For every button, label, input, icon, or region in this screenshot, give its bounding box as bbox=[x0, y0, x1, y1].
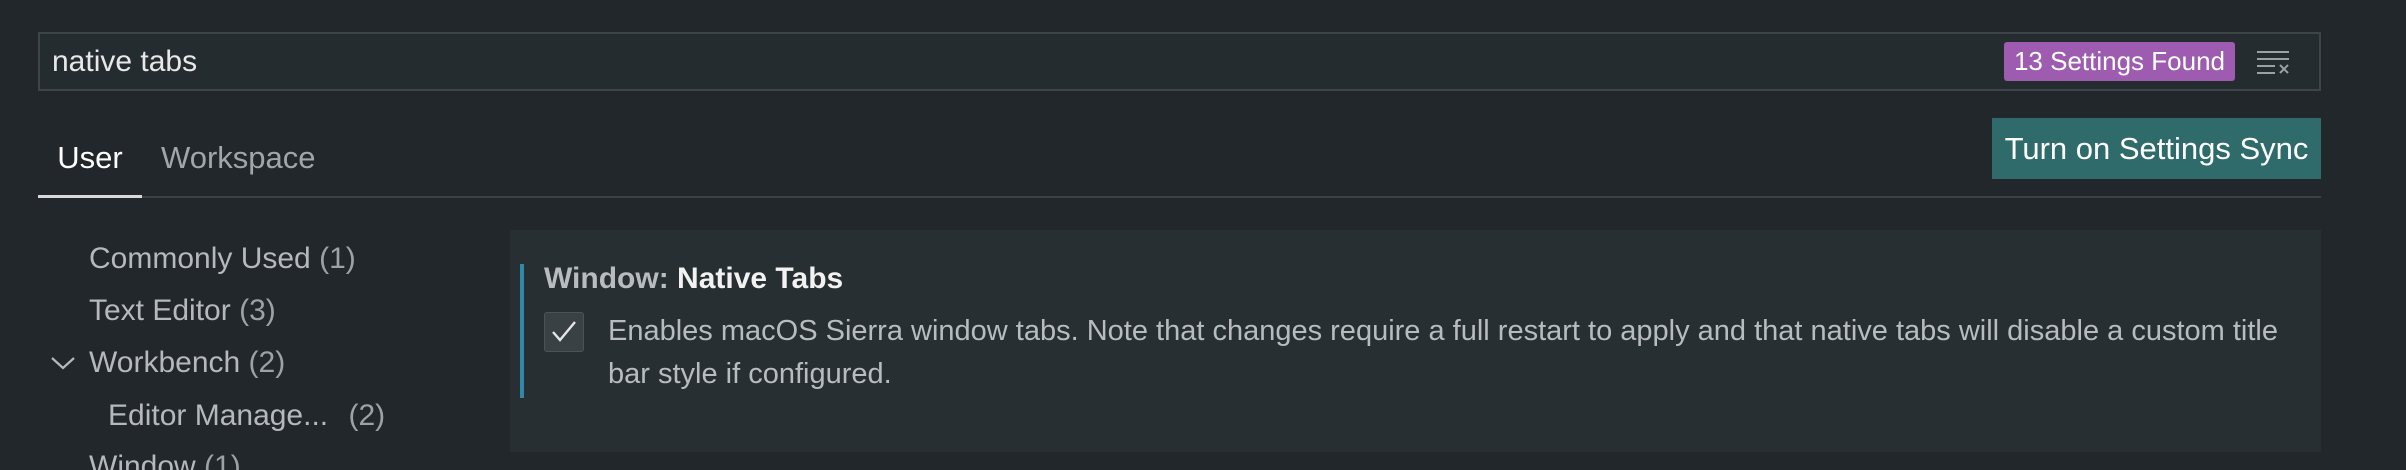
toc-item-commonly-used[interactable]: Commonly Used (1) bbox=[89, 242, 356, 276]
toc-item-label: Text Editor bbox=[89, 294, 231, 327]
toc-item-label: Commonly Used bbox=[89, 242, 311, 275]
setting-title: Window: Native Tabs bbox=[544, 262, 843, 296]
setting-item-native-tabs: Window: Native Tabs Enables macOS Sierra… bbox=[510, 230, 2321, 452]
settings-toc: Commonly Used (1) Text Editor (3) Workbe… bbox=[38, 232, 478, 470]
toc-item-text-editor[interactable]: Text Editor (3) bbox=[89, 294, 276, 328]
toc-item-editor-management[interactable]: Editor Manage... (2) bbox=[108, 399, 385, 433]
chevron-down-icon[interactable] bbox=[50, 354, 76, 377]
search-input[interactable] bbox=[40, 34, 2004, 89]
turn-on-settings-sync-button[interactable]: Turn on Settings Sync bbox=[1992, 118, 2321, 179]
toc-item-label: Window bbox=[89, 450, 196, 470]
tab-workspace[interactable]: Workspace bbox=[161, 120, 316, 196]
toc-item-count: (1) bbox=[319, 242, 356, 275]
toc-item-count: (2) bbox=[348, 399, 386, 432]
setting-category: Window: bbox=[544, 262, 669, 295]
setting-name: Native Tabs bbox=[677, 262, 844, 295]
toc-item-count: (1) bbox=[204, 450, 241, 470]
setting-description: Enables macOS Sierra window tabs. Note t… bbox=[608, 315, 2278, 390]
toc-item-label: Editor Manage... bbox=[108, 399, 329, 432]
clear-filter-icon[interactable] bbox=[2253, 42, 2293, 82]
modified-indicator-bar bbox=[520, 264, 524, 398]
search-box: 13 Settings Found bbox=[38, 32, 2321, 91]
setting-checkbox[interactable] bbox=[544, 312, 584, 352]
checkmark-icon bbox=[552, 321, 576, 342]
toc-item-label: Workbench bbox=[89, 346, 241, 379]
toc-item-window[interactable]: Window (1) bbox=[89, 450, 241, 470]
toc-item-workbench[interactable]: Workbench (2) bbox=[89, 346, 285, 380]
toc-item-count: (2) bbox=[248, 346, 286, 379]
scope-tabs: User Workspace bbox=[38, 120, 2321, 198]
results-count-badge: 13 Settings Found bbox=[2003, 42, 2235, 81]
tab-user[interactable]: User bbox=[38, 120, 142, 198]
toc-item-count: (3) bbox=[239, 294, 276, 327]
